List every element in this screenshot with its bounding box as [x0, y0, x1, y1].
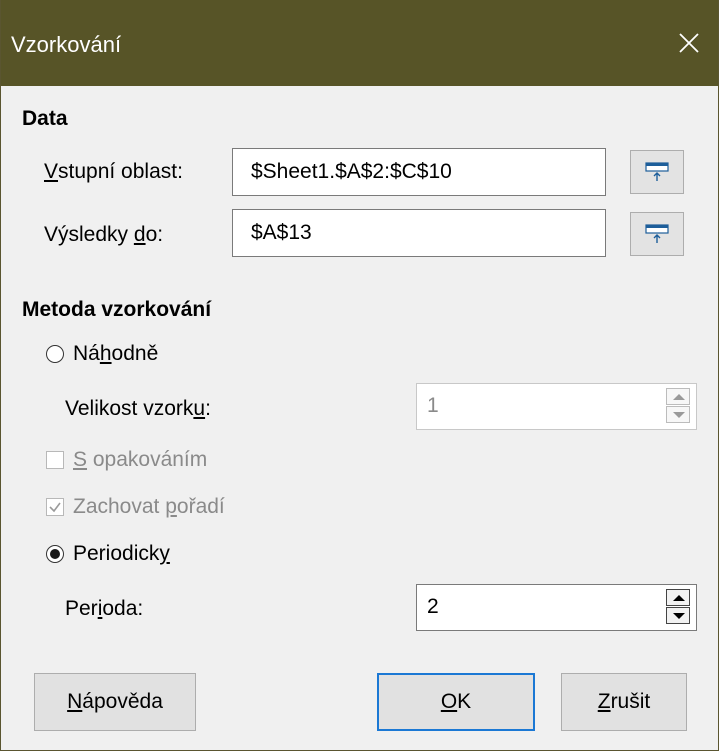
- close-button[interactable]: [662, 0, 718, 86]
- input-range-field[interactable]: $Sheet1.$A$2:$C$10: [232, 148, 606, 196]
- results-to-label: Výsledky do:: [44, 223, 164, 246]
- period-increment-button[interactable]: [666, 589, 690, 606]
- period-decrement-button[interactable]: [666, 607, 690, 624]
- results-to-shrink-button[interactable]: [630, 212, 684, 256]
- up-arrow-icon: [673, 394, 685, 400]
- checkmark-icon: [49, 502, 61, 513]
- method-section-title: Metoda vzorkování: [22, 298, 212, 321]
- data-section-title: Data: [22, 107, 68, 130]
- input-range-shrink-button[interactable]: [630, 150, 684, 194]
- ok-button[interactable]: OK: [377, 673, 535, 731]
- title-bar: Vzorkování: [1, 0, 718, 86]
- sample-size-stepper[interactable]: [666, 388, 692, 424]
- up-arrow-icon: [673, 595, 685, 601]
- random-radio[interactable]: [46, 345, 64, 363]
- sample-size-value: 1: [427, 394, 439, 417]
- sample-size-decrement-button[interactable]: [666, 406, 690, 423]
- period-value: 2: [427, 595, 439, 618]
- with-replacement-label[interactable]: S opakováním: [73, 448, 207, 472]
- sampling-dialog: Vzorkování Data Vstupní oblast: $Sheet1.…: [0, 0, 719, 751]
- shrink-range-icon: [645, 224, 669, 243]
- period-label: Perioda:: [65, 597, 144, 620]
- down-arrow-icon: [673, 412, 685, 418]
- with-replacement-checkbox[interactable]: [46, 451, 64, 469]
- random-label[interactable]: Náhodně: [73, 342, 158, 366]
- period-stepper[interactable]: [666, 589, 692, 625]
- keep-order-label[interactable]: Zachovat pořadí: [73, 495, 225, 519]
- period-input[interactable]: 2: [416, 584, 697, 631]
- keep-order-checkbox[interactable]: [46, 498, 64, 516]
- results-to-field[interactable]: $A$13: [232, 209, 606, 257]
- cancel-button[interactable]: Zrušit: [561, 673, 687, 731]
- shrink-range-icon: [645, 162, 669, 181]
- down-arrow-icon: [673, 613, 685, 619]
- periodic-radio[interactable]: [46, 545, 64, 563]
- close-icon: [679, 33, 699, 53]
- sample-size-input[interactable]: 1: [416, 383, 697, 430]
- periodic-label[interactable]: Periodicky: [73, 542, 170, 566]
- input-range-label: Vstupní oblast:: [44, 160, 183, 183]
- dialog-title: Vzorkování: [11, 32, 122, 57]
- sample-size-label: Velikost vzorku:: [65, 397, 211, 420]
- help-button[interactable]: Nápověda: [34, 673, 196, 731]
- sample-size-increment-button[interactable]: [666, 388, 690, 405]
